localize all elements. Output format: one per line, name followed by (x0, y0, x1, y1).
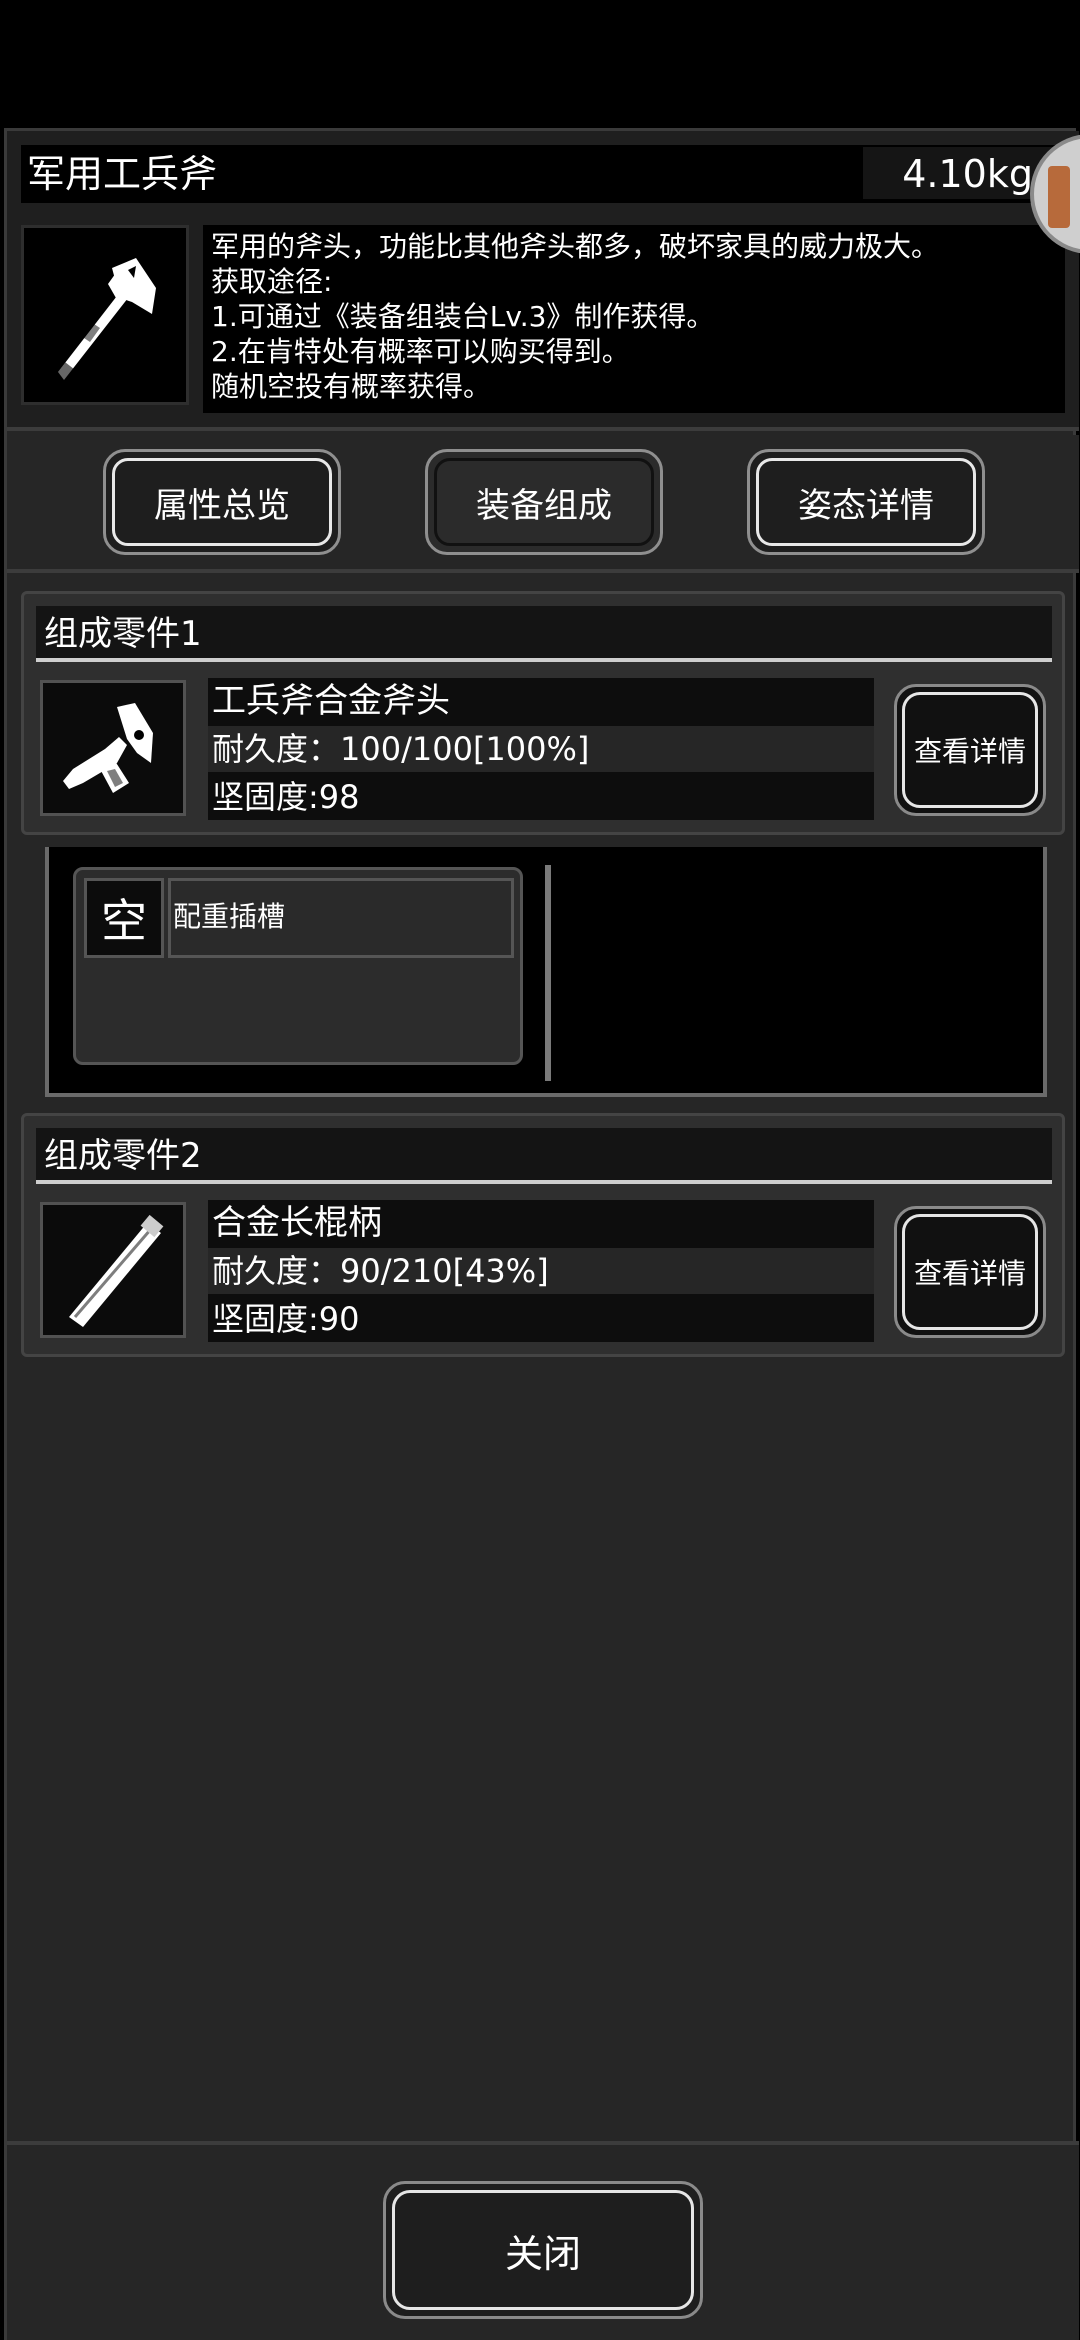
description-line: 获取途径: (211, 265, 333, 298)
button-label: 查看详情 (913, 1257, 1026, 1290)
view-details-button[interactable]: 查看详情 (894, 684, 1046, 816)
part-header: 组成零件1 (36, 606, 1052, 662)
weight-box: 4.10kg (863, 147, 1057, 199)
part-icon-frame[interactable] (40, 1202, 186, 1338)
axe-icon (55, 258, 156, 384)
component-part-1: 组成零件1 工兵斧合金斧头 耐久度：100/100[100%] 坚固度:98 查… (21, 591, 1065, 835)
item-detail-window: 军用工兵斧 4.10kg 军用的斧头，功能比其他斧头都多，破坏家具的威力极大。 … (4, 128, 1079, 2340)
description-line: 军用的斧头，功能比其他斧头都多，破坏家具的威力极大。 (211, 230, 940, 263)
slot-label: 配重插槽 (173, 900, 286, 933)
scrollbar[interactable] (545, 865, 551, 1081)
part-hardness: 坚固度:98 (208, 774, 874, 820)
drawer-handle-icon (1048, 166, 1070, 228)
part-name: 工兵斧合金斧头 (208, 678, 874, 724)
description-line: 1.可通过《装备组装台Lv.3》制作获得。 (211, 300, 715, 333)
close-button[interactable]: 关闭 (383, 2181, 703, 2319)
part-title: 组成零件1 (44, 614, 202, 654)
handle-icon (69, 1214, 164, 1327)
attachment-slot-panel: 空 配重插槽 (45, 847, 1047, 1097)
item-header: 军用工兵斧 4.10kg 军用的斧头，功能比其他斧头都多，破坏家具的威力极大。 … (7, 131, 1079, 431)
part-title: 组成零件2 (44, 1136, 202, 1176)
counterweight-slot[interactable]: 空 配重插槽 (73, 867, 523, 1065)
footer-bar: 关闭 (7, 2141, 1079, 2340)
part-hardness: 坚固度:90 (208, 1296, 874, 1342)
tab-label: 姿态详情 (798, 485, 934, 526)
tab-stance-details[interactable]: 姿态详情 (747, 449, 985, 555)
tab-equipment-composition[interactable]: 装备组成 (425, 449, 663, 555)
item-name: 军用工兵斧 (27, 152, 218, 196)
view-details-button[interactable]: 查看详情 (894, 1206, 1046, 1338)
item-weight: 4.10kg (902, 152, 1033, 196)
description-line: 随机空投有概率获得。 (211, 370, 492, 403)
item-icon-frame (21, 225, 189, 405)
part-info: 工兵斧合金斧头 耐久度：100/100[100%] 坚固度:98 (208, 678, 874, 820)
part-header: 组成零件2 (36, 1128, 1052, 1184)
slot-empty-indicator: 空 (84, 878, 164, 958)
button-label: 查看详情 (913, 735, 1026, 768)
part-info: 合金长棍柄 耐久度：90/210[43%] 坚固度:90 (208, 1200, 874, 1342)
close-label: 关闭 (504, 2231, 581, 2276)
item-title-bar: 军用工兵斧 4.10kg (21, 145, 1065, 203)
item-description: 军用的斧头，功能比其他斧头都多，破坏家具的威力极大。 获取途径: 1.可通过《装… (203, 225, 1065, 413)
component-part-2: 组成零件2 合金长棍柄 耐久度：90/210[43%] 坚固度:90 查看详情 (21, 1113, 1065, 1357)
part-icon-frame[interactable] (40, 680, 186, 816)
description-line: 2.在肯特处有概率可以购买得到。 (211, 335, 630, 368)
part-durability: 耐久度：100/100[100%] (208, 726, 874, 772)
tab-label: 装备组成 (476, 485, 612, 526)
tab-label: 属性总览 (154, 485, 290, 526)
status-bar-area (0, 0, 1080, 128)
part-name: 合金长棍柄 (208, 1200, 874, 1246)
tab-bar: 属性总览 装备组成 姿态详情 (7, 435, 1079, 573)
slot-label-box: 配重插槽 (168, 878, 514, 958)
axe-head-icon (63, 703, 153, 793)
tab-attribute-overview[interactable]: 属性总览 (103, 449, 341, 555)
part-durability: 耐久度：90/210[43%] (208, 1248, 874, 1294)
